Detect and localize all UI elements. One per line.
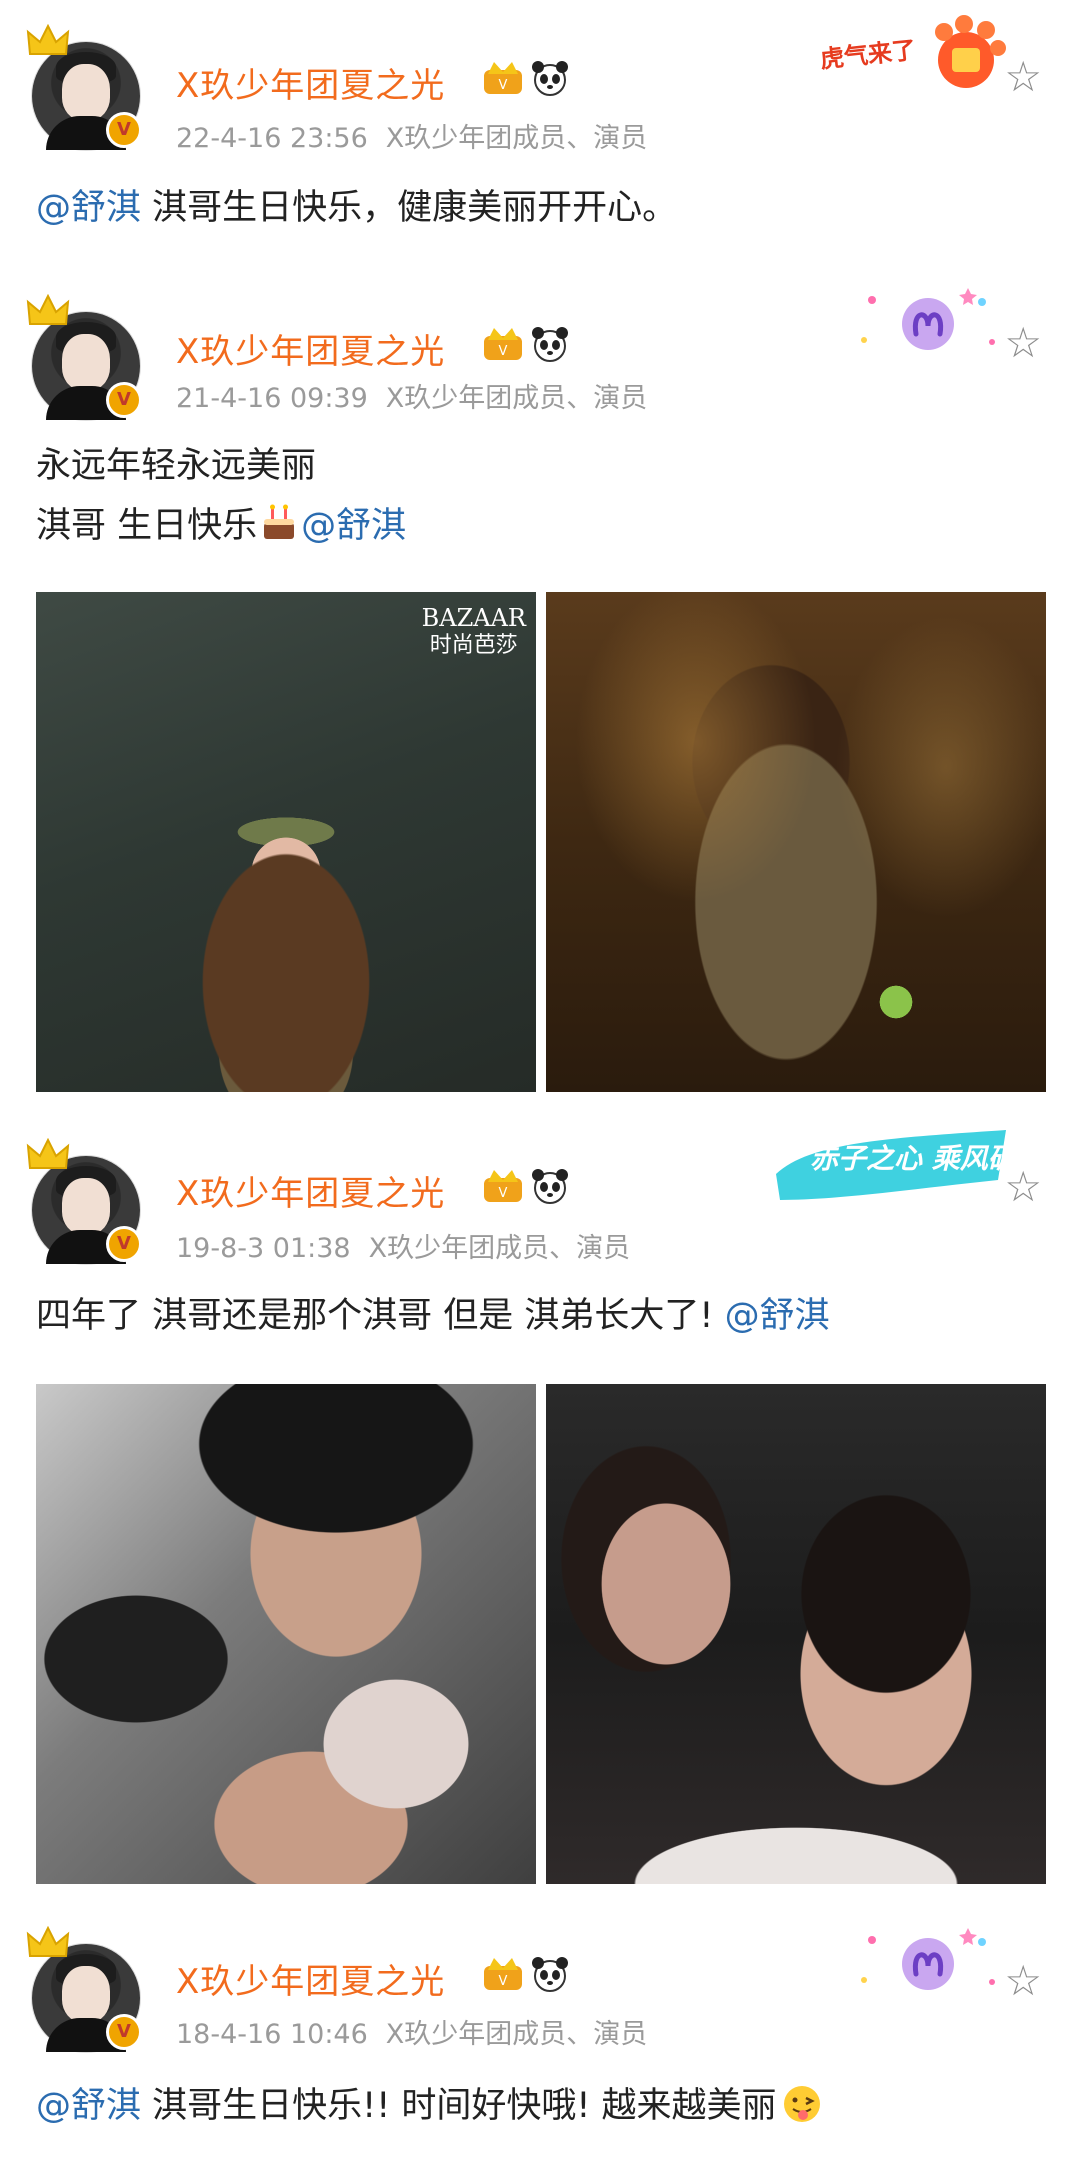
svg-text:V: V [499,78,508,93]
post-body: 永远年轻永远美丽 淇哥 生日快乐 @舒淇 [36,446,407,546]
username[interactable]: X玖少年团夏之光 [176,1954,445,2003]
svg-text:赤子之心 乘风破浪: 赤子之心 乘风破浪 [810,1142,1010,1175]
user-badges: V [480,1954,570,1994]
aries-sign-decoration-icon [861,288,995,350]
post-image[interactable] [546,1384,1046,1884]
username[interactable]: X玖少年团夏之光 [176,58,445,107]
user-badges: V [480,324,570,364]
post-meta: 21-4-16 09:39 X玖少年团成员、演员 [176,376,665,415]
svg-text:V: V [499,344,508,359]
post-meta: 18-4-16 10:46 X玖少年团成员、演员 [176,2012,665,2051]
post-time[interactable]: 22-4-16 23:56 [176,123,368,154]
slogan-decoration: 赤子之心 乘风破浪 [776,1130,1010,1200]
post: V X玖少年团夏之光 V 19-8-3 01:38 X玖少年团成员、演员 赤子之心… [0,1110,1080,1900]
username[interactable]: X玖少年团夏之光 [176,1166,445,1215]
post-image[interactable] [36,1384,536,1884]
post-source: X玖少年团成员、演员 [368,1233,631,1264]
cake-icon [264,504,295,539]
panda-icon [532,327,568,362]
post-image[interactable]: BAZAAR 时尚芭莎 [36,592,536,1092]
post-meta: 19-8-3 01:38 X玖少年团成员、演员 [176,1226,648,1265]
tiger-paw-decoration-icon: 虎气来了 [819,15,1006,88]
post-image[interactable] [546,592,1046,1092]
avatar[interactable]: V [26,1926,142,2052]
avatar[interactable]: V [26,294,142,420]
mention-link[interactable]: @舒淇 [36,2086,141,2126]
mention-link[interactable]: @舒淇 [725,1296,830,1336]
post-source: X玖少年团成员、演员 [385,383,648,414]
verified-badge-icon: V [106,1226,142,1262]
favorite-star-icon[interactable]: ☆ [1004,52,1042,101]
mention-link[interactable]: @舒淇 [36,188,141,228]
post-time[interactable]: 18-4-16 10:46 [176,2019,368,2050]
post-body: @舒淇 淇哥生日快乐!! 时间好快哦! 越来越美丽 [36,2076,1050,2136]
crown-icon [26,294,70,325]
weibo-feed: V X玖少年团夏之光 V 22-4-16 23:56 X玖少年团成员、演员 虎气来… [0,0,1080,2171]
crown-icon [26,1138,70,1169]
post: V X玖少年团夏之光 V 22-4-16 23:56 X玖少年团成员、演员 虎气来… [0,0,1080,270]
post-time[interactable]: 21-4-16 09:39 [176,383,368,414]
svg-text:V: V [499,1974,508,1989]
verified-badge-icon: V [106,2014,142,2050]
tongue-face-icon [783,2086,820,2122]
favorite-star-icon[interactable]: ☆ [1004,1162,1042,1211]
crown-icon [26,1926,70,1957]
user-badges: V [480,58,570,98]
post: V X玖少年团夏之光 V 18-4-16 10:46 X玖少年团成员、演员 ☆ @… [0,1900,1080,2171]
verified-badge-icon: V [106,112,142,148]
post-meta: 22-4-16 23:56 X玖少年团成员、演员 [176,116,665,155]
panda-icon [532,61,568,96]
vip-crown-icon: V [484,1958,522,1990]
post-source: X玖少年团成员、演员 [385,2019,648,2050]
favorite-star-icon[interactable]: ☆ [1004,318,1042,367]
verified-badge-icon: V [106,382,142,418]
favorite-star-icon[interactable]: ☆ [1004,1956,1042,2005]
mention-link[interactable]: @舒淇 [301,506,406,546]
panda-icon [532,1957,568,1992]
user-badges: V [480,1166,570,1206]
avatar[interactable]: V [26,24,142,150]
post-source: X玖少年团成员、演员 [385,123,648,154]
svg-text:虎气来了: 虎气来了 [819,36,917,74]
post: V X玖少年团夏之光 V 21-4-16 09:39 X玖少年团成员、演员 ☆ 永… [0,270,1080,1110]
image-watermark: BAZAAR 时尚芭莎 [421,604,526,658]
vip-crown-icon: V [484,62,522,94]
svg-text:V: V [499,1186,508,1201]
avatar[interactable]: V [26,1138,142,1264]
vip-crown-icon: V [484,328,522,360]
vip-crown-icon: V [484,1170,522,1202]
post-body: 四年了 淇哥还是那个淇哥 但是 淇弟长大了! @舒淇 [36,1296,830,1336]
post-body: @舒淇 淇哥生日快乐，健康美丽开开心。 [36,188,678,228]
aries-sign-decoration-icon [861,1928,995,1990]
username[interactable]: X玖少年团夏之光 [176,324,445,373]
post-time[interactable]: 19-8-3 01:38 [176,1233,351,1264]
panda-icon [532,1169,568,1204]
crown-icon [26,24,70,55]
